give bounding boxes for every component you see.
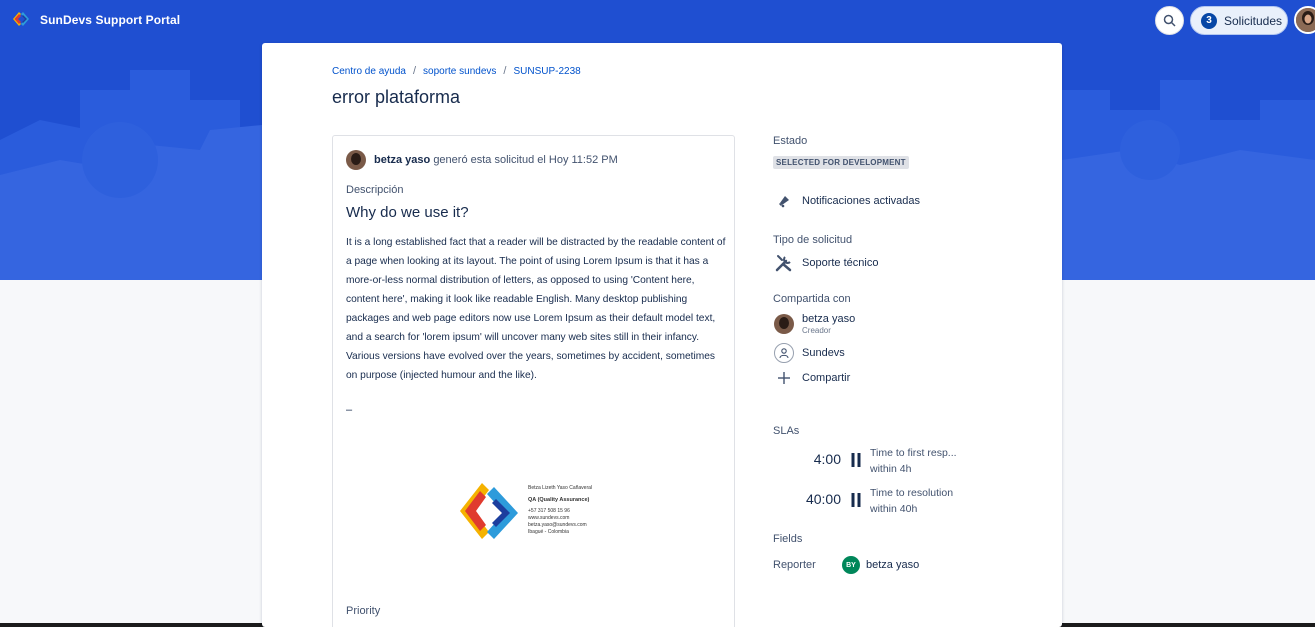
breadcrumb: Centro de ayuda / soporte sundevs / SUNS… bbox=[332, 65, 581, 77]
signature-text: Betza Lizeth Yaso Cañaveral QA (Quality … bbox=[528, 485, 592, 536]
notification-bell-icon bbox=[778, 195, 789, 207]
notifications-toggle[interactable]: Notificaciones activadas bbox=[773, 190, 920, 211]
reporter-value: BY betza yaso bbox=[842, 556, 919, 574]
signature-phone: +57 317 508 15 96 bbox=[528, 508, 570, 514]
share-label: Compartir bbox=[802, 371, 851, 384]
requests-button[interactable]: 3 Solicitudes bbox=[1190, 6, 1288, 35]
sla-name: Time to first resp... bbox=[870, 447, 957, 459]
breadcrumb-help-center[interactable]: Centro de ayuda bbox=[332, 66, 406, 77]
requests-label: Solicitudes bbox=[1224, 13, 1283, 28]
notifications-label: Notificaciones activadas bbox=[802, 194, 921, 207]
signature-name: Betza Lizeth Yaso Cañaveral bbox=[528, 485, 593, 491]
share-button[interactable]: Compartir bbox=[773, 367, 850, 388]
shared-person: betza yaso Creador bbox=[773, 313, 855, 335]
sla-name: Time to resolution bbox=[870, 487, 954, 499]
request-type-value: Soporte técnico bbox=[773, 252, 878, 273]
reporter-name: betza yaso bbox=[866, 559, 920, 571]
shared-organization: Sundevs bbox=[773, 342, 845, 363]
request-card: Centro de ayuda / soporte sundevs / SUNS… bbox=[262, 43, 1062, 627]
creator-row: betza yaso generó esta solicitud el Hoy … bbox=[346, 150, 618, 170]
signature-email: betza.yaso@sundevs.com bbox=[528, 522, 587, 528]
plus-icon bbox=[777, 371, 790, 384]
shared-person-name: betza yaso bbox=[802, 313, 856, 325]
pause-icon bbox=[851, 453, 861, 467]
creator-name: betza yaso bbox=[374, 154, 431, 166]
breadcrumb-service-desk[interactable]: soporte sundevs bbox=[423, 66, 496, 77]
user-photo-icon bbox=[1296, 8, 1315, 32]
status-label: Estado bbox=[773, 135, 808, 147]
sundevs-signature-logo-icon bbox=[460, 483, 518, 539]
fields-label: Fields bbox=[773, 533, 803, 545]
description-dash: – bbox=[346, 404, 353, 416]
slas-label: SLAs bbox=[773, 425, 800, 437]
sla-target: within 40h bbox=[870, 503, 918, 515]
sla-time-remaining: 40:00 bbox=[805, 491, 841, 507]
description-body: It is a long established fact that a rea… bbox=[346, 237, 726, 381]
portal-brand[interactable]: SunDevs Support Portal bbox=[10, 8, 180, 32]
portal-title: SunDevs Support Portal bbox=[40, 13, 181, 27]
breadcrumb-separator: / bbox=[503, 65, 507, 77]
request-type-label: Tipo de solicitud bbox=[773, 234, 853, 246]
email-signature-image: Betza Lizeth Yaso Cañaveral QA (Quality … bbox=[458, 481, 618, 551]
status-badge: SELECTED FOR DEVELOPMENT bbox=[773, 156, 909, 169]
sundevs-logo-icon bbox=[13, 12, 29, 26]
signature-website: www.sundevs.com bbox=[528, 515, 570, 521]
shared-person-avatar bbox=[773, 314, 794, 334]
shared-organization-name: Sundevs bbox=[802, 346, 845, 359]
shared-person-role: Creador bbox=[802, 326, 831, 335]
user-avatar[interactable] bbox=[1294, 6, 1315, 34]
sla-time-remaining: 4:00 bbox=[813, 451, 841, 467]
sla-target: within 4h bbox=[870, 463, 912, 475]
shared-with-label: Compartida con bbox=[773, 293, 851, 305]
top-navigation: SunDevs Support Portal 3 Solicitudes bbox=[0, 0, 1315, 40]
reporter-avatar: BY bbox=[842, 556, 860, 574]
signature-role: QA (Quality Assurance) bbox=[528, 497, 590, 503]
request-type-text: Soporte técnico bbox=[802, 256, 879, 269]
creator-action-text: generó esta solicitud el Hoy 11:52 PM bbox=[433, 154, 618, 166]
description-label: Descripción bbox=[346, 184, 404, 196]
page-title: error plataforma bbox=[332, 87, 461, 107]
request-details-panel: betza yaso generó esta solicitud el Hoy … bbox=[332, 135, 735, 627]
pause-icon bbox=[851, 493, 861, 507]
requests-count-badge: 3 bbox=[1201, 12, 1217, 29]
sla-resolution: 40:00 Time to resolution within 40h bbox=[773, 485, 1013, 519]
search-icon bbox=[1163, 14, 1176, 27]
priority-label: Priority bbox=[346, 605, 381, 617]
search-button[interactable] bbox=[1155, 6, 1184, 35]
organization-icon bbox=[778, 347, 789, 358]
description-heading: Why do we use it? bbox=[346, 204, 469, 221]
sla-first-response: 4:00 Time to first resp... within 4h bbox=[773, 445, 1013, 479]
reporter-label: Reporter bbox=[773, 559, 816, 571]
signature-location: Ibagué - Colombia bbox=[528, 529, 569, 535]
creator-avatar bbox=[346, 150, 366, 170]
tools-icon bbox=[775, 254, 791, 271]
breadcrumb-separator: / bbox=[412, 65, 417, 77]
breadcrumb-request-key[interactable]: SUNSUP-2238 bbox=[513, 66, 580, 77]
